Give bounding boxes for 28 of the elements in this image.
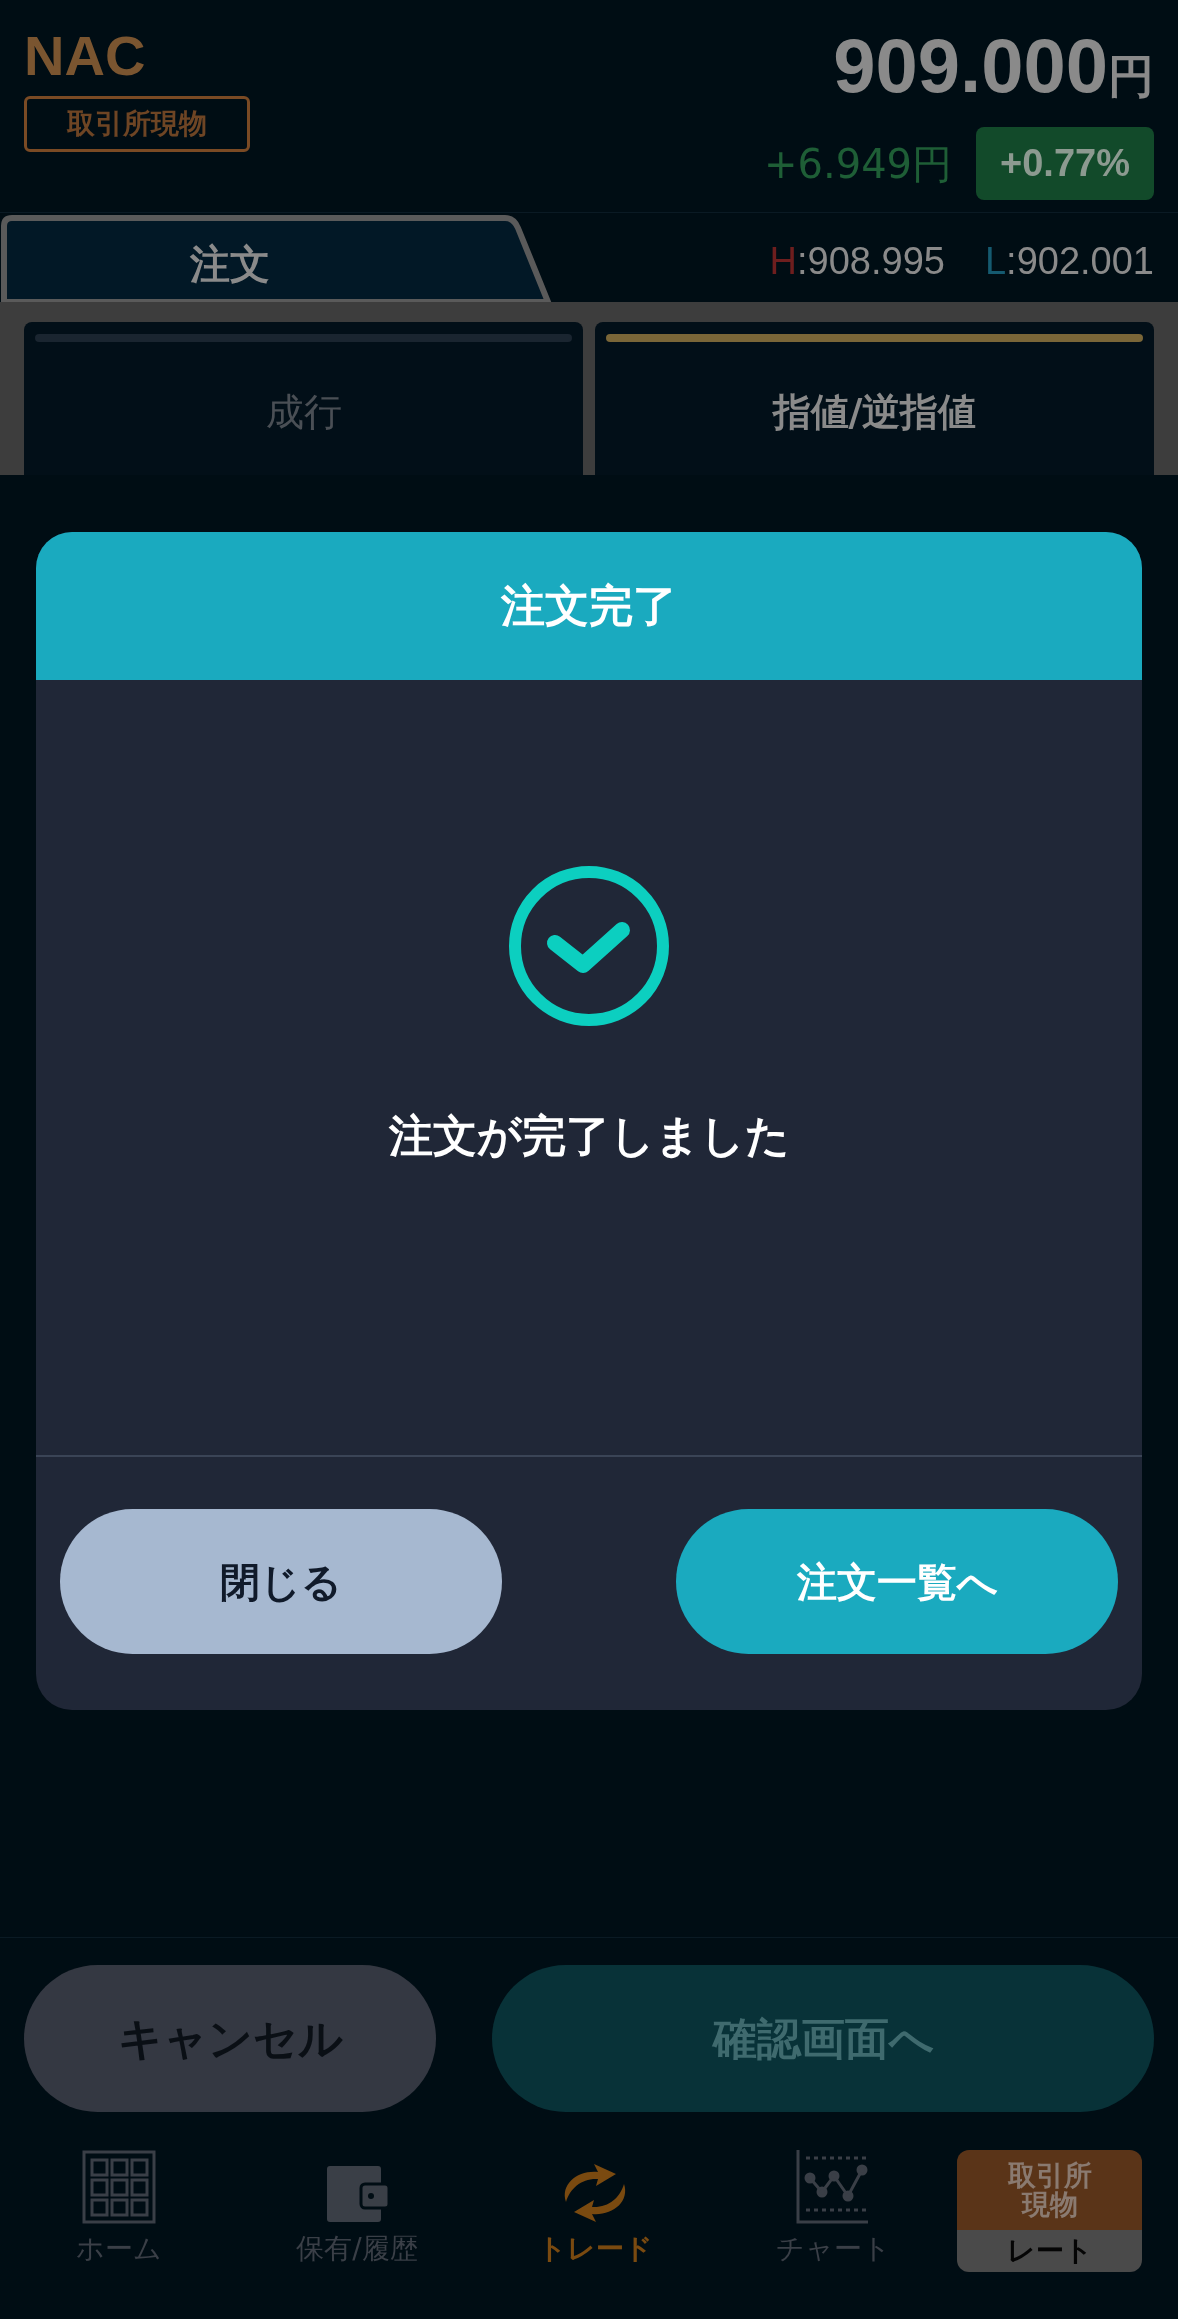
high-value: :908.995	[797, 239, 945, 284]
price-change: +6.949円	[764, 139, 953, 189]
check-circle-icon	[508, 865, 670, 1027]
low-value: :902.001	[1006, 239, 1154, 284]
wallet-icon	[325, 2164, 389, 2224]
line-chart-icon	[796, 2150, 870, 2224]
symbol-name: NAC	[24, 28, 146, 84]
price-unit: 円	[1108, 48, 1154, 105]
dialog-title: 注文完了	[501, 579, 677, 633]
order-type-tab[interactable]: 成行	[24, 322, 583, 475]
low-label: L	[984, 239, 1007, 284]
order-list-button[interactable]: 注文一覧へ	[676, 1509, 1118, 1654]
grid-icon	[82, 2150, 156, 2224]
rate-label: レート	[1006, 2233, 1093, 2269]
market-badge: 取引所現物	[24, 96, 250, 152]
nav-tab[interactable]: ホーム	[0, 2150, 238, 2270]
confirm-button[interactable]: 確認画面へ	[492, 1965, 1154, 2112]
price-value: 909.000	[833, 28, 1108, 104]
high-label: H	[769, 239, 797, 284]
change-percent-badge: +0.77%	[976, 127, 1154, 200]
nav-tab[interactable]: 保有/履歴	[238, 2150, 476, 2270]
nav-tab[interactable]: トレード	[476, 2150, 714, 2270]
nav-tab[interactable]: チャート	[714, 2150, 952, 2270]
market-label: 取引所現物	[1006, 2160, 1093, 2220]
tab-label: 注文	[190, 240, 270, 289]
dialog-message: 注文が完了しました	[388, 1109, 790, 1163]
close-button[interactable]: 閉じる	[60, 1509, 502, 1654]
order-type-tab[interactable]: 指値/逆指値	[595, 322, 1154, 475]
